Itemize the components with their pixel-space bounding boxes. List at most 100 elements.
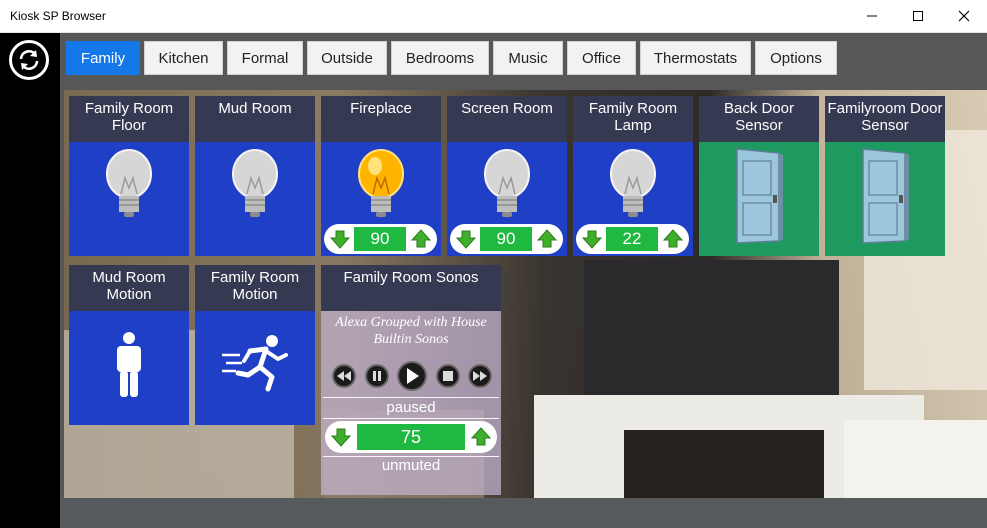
tab-family[interactable]: Family <box>66 41 140 75</box>
level-value: 90 <box>354 227 406 251</box>
tile-fireplace[interactable]: Fireplace 90 <box>321 96 441 256</box>
refresh-button[interactable] <box>9 40 49 80</box>
level-up-button[interactable] <box>410 229 432 249</box>
bottom-bar <box>60 498 987 528</box>
tile-title: Fireplace <box>321 96 441 142</box>
contact-body[interactable] <box>699 142 819 256</box>
tile-title: Family Room Floor <box>69 96 189 142</box>
tab-options[interactable]: Options <box>755 41 837 75</box>
background-cabinet <box>844 420 987 498</box>
maximize-icon <box>913 11 923 21</box>
tile-title: Back Door Sensor <box>699 96 819 142</box>
volume-down-button[interactable] <box>330 427 352 447</box>
tile-screen-room[interactable]: Screen Room 90 <box>447 96 567 256</box>
divider <box>323 397 499 398</box>
dimmer-body[interactable]: 90 <box>321 142 441 256</box>
tile-family-room-lamp[interactable]: Family Room Lamp 22 <box>573 96 693 256</box>
stop-icon <box>442 371 453 381</box>
level-up-button[interactable] <box>536 229 558 249</box>
dimmer-body[interactable]: 22 <box>573 142 693 256</box>
tile-back-door-sensor[interactable]: Back Door Sensor <box>699 96 819 256</box>
motion-body[interactable] <box>69 311 189 425</box>
door-closed-icon <box>736 148 783 244</box>
volume-control: 75 <box>325 421 497 453</box>
arrow-down-icon <box>329 230 351 249</box>
person-running-icon <box>222 335 288 392</box>
close-icon <box>958 10 970 22</box>
tile-family-room-motion[interactable]: Family Room Motion <box>195 265 315 425</box>
volume-up-button[interactable] <box>470 427 492 447</box>
minimize-icon <box>867 15 877 17</box>
door-closed-icon <box>862 148 909 244</box>
tile-panel: Family Room Floor Mud Room Fireplace 90 … <box>64 90 987 498</box>
media-controls <box>332 361 492 391</box>
pause-button[interactable] <box>364 364 389 388</box>
fast-forward-button[interactable] <box>468 364 492 388</box>
tile-title: Family Room Lamp <box>573 96 693 142</box>
arrow-down-icon <box>581 230 603 249</box>
tab-office[interactable]: Office <box>567 41 636 75</box>
tile-title: Family Room Sonos <box>321 265 501 311</box>
tab-music[interactable]: Music <box>493 41 563 75</box>
bulb-off-icon <box>232 149 278 217</box>
divider <box>323 418 499 419</box>
volume-value: 75 <box>357 424 465 450</box>
play-icon <box>407 368 419 384</box>
tab-outside[interactable]: Outside <box>307 41 387 75</box>
motion-body[interactable] <box>195 311 315 425</box>
rewind-icon <box>337 371 351 381</box>
bulb-off-icon <box>484 149 530 217</box>
tab-thermostats[interactable]: Thermostats <box>640 41 751 75</box>
tab-formal[interactable]: Formal <box>227 41 303 75</box>
arrow-up-icon <box>536 229 558 248</box>
tab-kitchen[interactable]: Kitchen <box>144 41 223 75</box>
playback-status: paused <box>386 399 436 416</box>
dimmer-body[interactable]: 90 <box>447 142 567 256</box>
tile-mud-room-motion[interactable]: Mud Room Motion <box>69 265 189 425</box>
level-value: 90 <box>480 227 532 251</box>
close-button[interactable] <box>941 0 987 32</box>
arrow-up-icon <box>410 229 432 248</box>
title-bar: Kiosk SP Browser <box>0 0 987 33</box>
stop-button[interactable] <box>435 364 460 388</box>
tile-title: Mud Room <box>195 96 315 142</box>
level-value: 22 <box>606 227 658 251</box>
tile-mud-room[interactable]: Mud Room <box>195 96 315 256</box>
room-tabs: Family Kitchen Formal Outside Bedrooms M… <box>66 41 841 75</box>
level-control: 90 <box>450 224 563 254</box>
rewind-button[interactable] <box>332 364 356 388</box>
pause-icon <box>372 371 381 381</box>
tab-bedrooms[interactable]: Bedrooms <box>391 41 489 75</box>
media-body: Alexa Grouped with House Builtin Sonos p… <box>321 311 501 495</box>
level-down-button[interactable] <box>455 229 477 249</box>
switch-body[interactable] <box>69 142 189 256</box>
maximize-button[interactable] <box>895 0 941 32</box>
refresh-icon <box>19 50 39 70</box>
tile-family-room-sonos[interactable]: Family Room Sonos Alexa Grouped with Hou… <box>321 265 501 495</box>
play-button[interactable] <box>397 361 427 391</box>
level-down-button[interactable] <box>581 229 603 249</box>
media-group-name: Alexa Grouped with House Builtin Sonos <box>335 315 487 347</box>
tile-familyroom-door-sensor[interactable]: Familyroom Door Sensor <box>825 96 945 256</box>
contact-body[interactable] <box>825 142 945 256</box>
tile-title: Screen Room <box>447 96 567 142</box>
tile-family-room-floor[interactable]: Family Room Floor <box>69 96 189 256</box>
level-control: 90 <box>324 224 437 254</box>
mute-status[interactable]: unmuted <box>321 457 501 474</box>
window-title: Kiosk SP Browser <box>10 9 106 23</box>
app-area: Family Kitchen Formal Outside Bedrooms M… <box>60 33 987 528</box>
fast-forward-icon <box>473 371 487 381</box>
bulb-off-icon <box>610 149 656 217</box>
bulb-off-icon <box>106 149 152 217</box>
arrow-up-icon <box>662 229 684 248</box>
background-tv <box>584 260 839 410</box>
minimize-button[interactable] <box>849 0 895 32</box>
arrow-down-icon <box>330 428 352 447</box>
switch-body[interactable] <box>195 142 315 256</box>
level-control: 22 <box>576 224 689 254</box>
person-standing-icon <box>117 332 141 397</box>
arrow-up-icon <box>470 427 492 446</box>
level-down-button[interactable] <box>329 229 351 249</box>
level-up-button[interactable] <box>662 229 684 249</box>
side-rail <box>0 33 60 528</box>
